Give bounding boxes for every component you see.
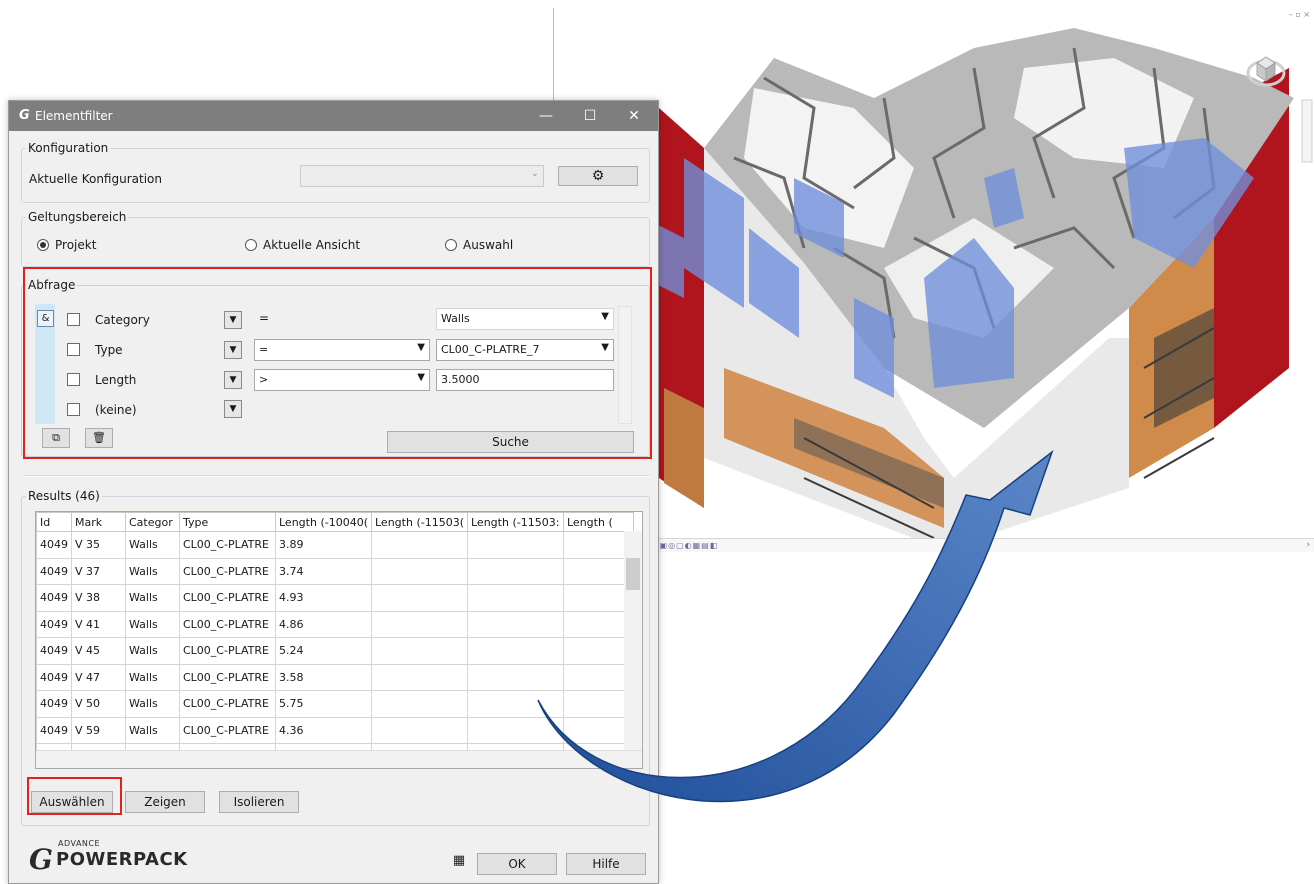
annotation-arrow bbox=[537, 449, 1054, 803]
